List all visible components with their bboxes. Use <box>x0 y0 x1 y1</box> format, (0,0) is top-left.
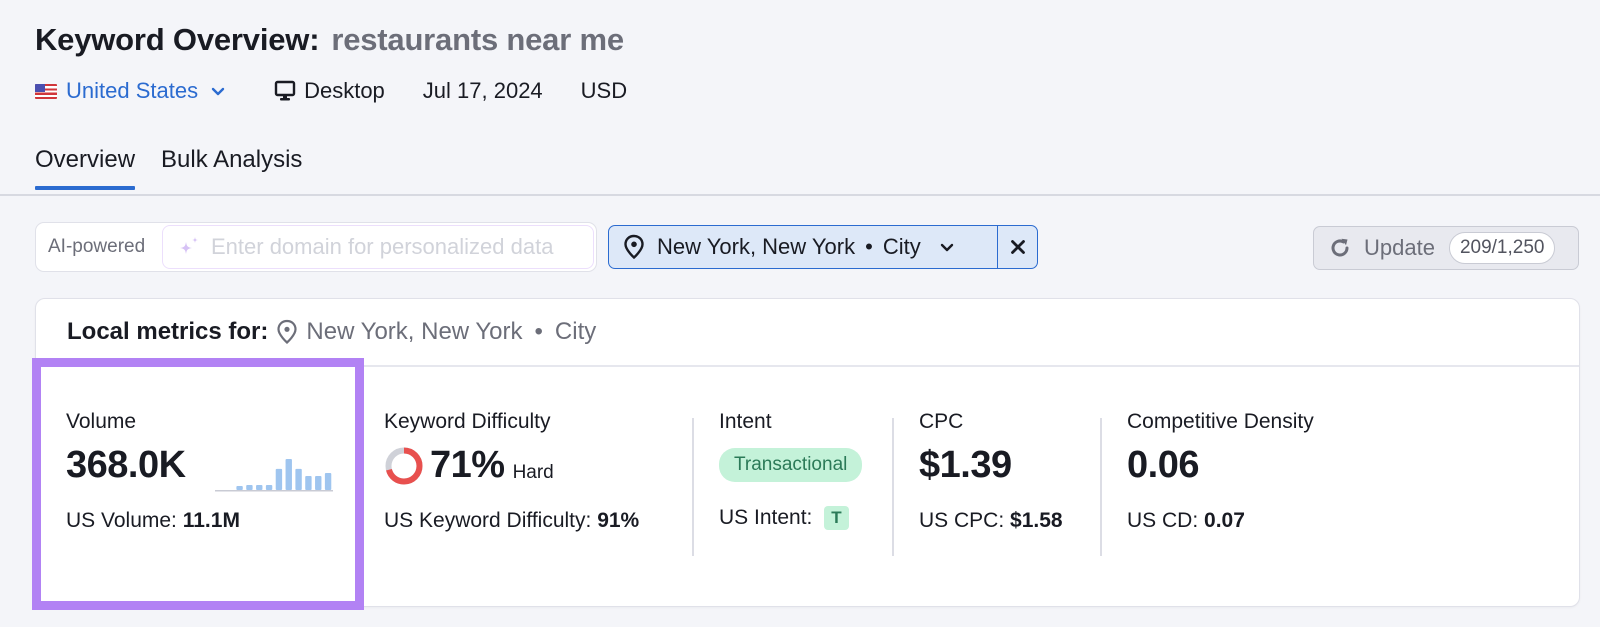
us-intent-label: US Intent: <box>719 506 813 529</box>
database-label: United States <box>66 78 199 103</box>
kd-level: Hard <box>512 461 554 483</box>
card-location-name: New York, New York <box>306 318 523 345</box>
kd-value: 71% <box>430 444 505 486</box>
cpc-value: $1.39 <box>919 444 1012 486</box>
metric-intent: Intent Transactional US Intent: T <box>719 410 863 531</box>
metric-competitive-density: Competitive Density 0.06 US CD: 0.07 <box>1127 410 1314 533</box>
device-label: Desktop <box>304 78 385 103</box>
us-kd-label: US Keyword Difficulty: <box>384 509 592 532</box>
sparkline-bar <box>256 485 263 490</box>
metric-separator <box>692 418 694 556</box>
update-count-badge: 209/1,250 <box>1448 232 1556 264</box>
us-cpc-value: $1.58 <box>1010 509 1063 532</box>
sparkle-icon <box>180 237 198 254</box>
sparkline-bar <box>305 476 312 490</box>
intent-badge: Transactional <box>719 448 863 482</box>
sparkline-bar <box>285 459 292 490</box>
us-cpc-label: US CPC: <box>919 509 1005 532</box>
page-title: Keyword Overview: restaurants near me <box>35 22 624 58</box>
chevron-down-icon <box>940 243 953 252</box>
currency-label: USD <box>580 78 628 103</box>
map-pin-icon <box>624 234 644 260</box>
sparkline-bar <box>265 485 273 490</box>
page-title-label: Keyword Overview: <box>35 22 320 57</box>
volume-value: 368.0K <box>66 444 186 486</box>
update-button[interactable]: Update 209/1,250 <box>1313 226 1579 270</box>
intent-label: Intent <box>719 410 772 433</box>
metric-cpc: CPC $1.39 US CPC: $1.58 <box>919 410 1063 533</box>
us-kd-value: 91% <box>597 509 640 532</box>
domain-input-wrapper <box>162 225 594 269</box>
kd-donut-chart <box>385 447 423 484</box>
database-select[interactable]: United States <box>35 78 226 104</box>
us-volume-value: 11.1M <box>182 509 240 532</box>
cd-value: 0.06 <box>1127 444 1199 486</box>
desktop-icon <box>274 80 296 101</box>
domain-input[interactable] <box>211 234 581 260</box>
metric-volume: Volume 368.0K US Volume: 11.1M <box>66 410 240 533</box>
date-label: Jul 17, 2024 <box>422 78 543 103</box>
us-volume-label: US Volume: <box>66 509 177 532</box>
card-location-type: City <box>554 318 597 345</box>
page-title-keyword: restaurants near me <box>331 22 624 57</box>
location-name: New York, New York <box>657 234 856 259</box>
sparkline-bar <box>315 476 322 490</box>
local-metrics-label: Local metrics for: <box>67 318 269 345</box>
cpc-label: CPC <box>919 410 964 433</box>
metric-separator <box>1100 418 1102 556</box>
location-type: City <box>882 234 921 259</box>
tab-overview[interactable]: Overview <box>35 146 136 190</box>
sparkline-bar <box>236 485 243 490</box>
refresh-icon <box>1331 238 1349 257</box>
location-separator: • <box>865 234 873 259</box>
tab-bulk-analysis[interactable]: Bulk Analysis <box>161 146 302 188</box>
sparkline-bar <box>324 472 332 490</box>
kd-label: Keyword Difficulty <box>384 410 551 433</box>
sparkline-bar <box>275 468 283 490</box>
keyword-overview-page: Keyword Overview: restaurants near me Un… <box>0 0 1600 627</box>
tabs-divider <box>0 194 1600 196</box>
tab-bar: Overview Bulk Analysis <box>35 146 328 190</box>
us-cd-label: US CD: <box>1127 509 1199 532</box>
location-dropdown[interactable]: New York, New York • City <box>609 226 997 268</box>
cd-label: Competitive Density <box>1127 410 1314 433</box>
metric-separator <box>892 418 894 556</box>
update-label: Update <box>1364 235 1435 260</box>
device-indicator: Desktop <box>274 78 385 104</box>
us-intent-badge: T <box>824 506 849 531</box>
ai-domain-box: AI-powered <box>35 222 597 272</box>
location-select: New York, New York • City <box>608 225 1038 269</box>
clear-location-button[interactable] <box>997 226 1037 268</box>
card-location-separator: • <box>534 318 543 345</box>
us-kd: US Keyword Difficulty: 91% <box>384 509 639 533</box>
metric-keyword-difficulty: Keyword Difficulty 71% Hard US Keyword D… <box>384 410 639 533</box>
card-header: Local metrics for: New York, New York • … <box>36 299 1579 367</box>
kd-row: 71% Hard <box>384 444 639 487</box>
chevron-down-icon <box>211 87 225 96</box>
sparkline-bar <box>246 485 253 490</box>
close-icon <box>1010 240 1025 254</box>
map-pin-icon <box>277 319 297 344</box>
meta-row: United States Desktop Jul 17, 2024 USD <box>35 74 627 108</box>
us-cd-value: 0.07 <box>1204 509 1245 532</box>
us-intent: US Intent: T <box>719 506 862 531</box>
us-flag-icon <box>35 83 57 99</box>
sparkline-bar <box>295 468 302 490</box>
us-cd: US CD: 0.07 <box>1127 509 1314 533</box>
volume-label: Volume <box>66 410 137 433</box>
volume-trend-sparkline <box>215 459 333 492</box>
us-cpc: US CPC: $1.58 <box>919 509 1063 533</box>
us-volume: US Volume: 11.1M <box>66 509 240 533</box>
ai-powered-label: AI-powered <box>48 236 146 257</box>
